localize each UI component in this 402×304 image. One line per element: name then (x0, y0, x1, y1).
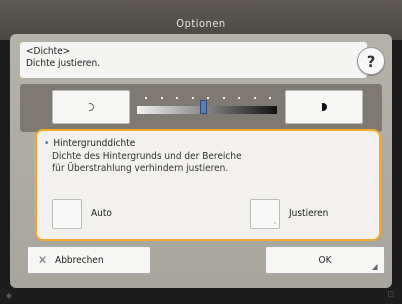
density-increase-button[interactable] (285, 90, 363, 124)
slider-tick (222, 97, 225, 99)
slider-tick (176, 97, 178, 99)
light-density-icon (88, 103, 94, 111)
slider-tick (207, 97, 209, 99)
header-instruction: Dichte justieren. (26, 58, 101, 69)
header-setting-name: <Dichte> (26, 46, 71, 57)
x-icon: ✕ (38, 253, 48, 267)
adjust-label: Justieren (289, 208, 329, 219)
density-decrease-button[interactable] (52, 90, 130, 124)
density-track[interactable] (137, 106, 277, 114)
window-title: Optionen (176, 16, 226, 30)
dialog-header: <Dichte> Dichte justieren. (20, 42, 367, 78)
slider-tick (160, 97, 163, 99)
slider-tick (145, 97, 147, 99)
footer-indicator-icon: ◆ (6, 291, 12, 300)
slider-tick (253, 97, 256, 99)
footer-status-icon: ⊡ (387, 290, 394, 300)
status-footer: ◆ ⊡ (0, 290, 402, 304)
slider-tick (269, 97, 271, 99)
question-icon: ? (366, 51, 376, 71)
ok-label: OK (318, 254, 332, 266)
background-density-description: Dichte des Hintergrunds und der Bereiche… (52, 151, 242, 174)
bullet-icon: • (44, 138, 50, 149)
slider-tick (191, 97, 194, 99)
adjust-corner-icon: , (274, 217, 276, 225)
density-slider-thumb[interactable] (200, 100, 207, 114)
ok-corner-icon: ◢ (372, 262, 378, 271)
auto-button[interactable] (52, 199, 82, 229)
ok-button[interactable]: OK (265, 246, 385, 274)
auto-label: Auto (91, 208, 112, 219)
cancel-button[interactable]: ✕ Abbrechen (27, 246, 151, 274)
cancel-label: Abbrechen (55, 254, 104, 266)
dark-density-icon (321, 103, 327, 111)
slider-tick (238, 97, 240, 99)
help-button[interactable]: ? (357, 47, 385, 75)
background-density-title: • Hintergrunddichte (44, 138, 136, 149)
